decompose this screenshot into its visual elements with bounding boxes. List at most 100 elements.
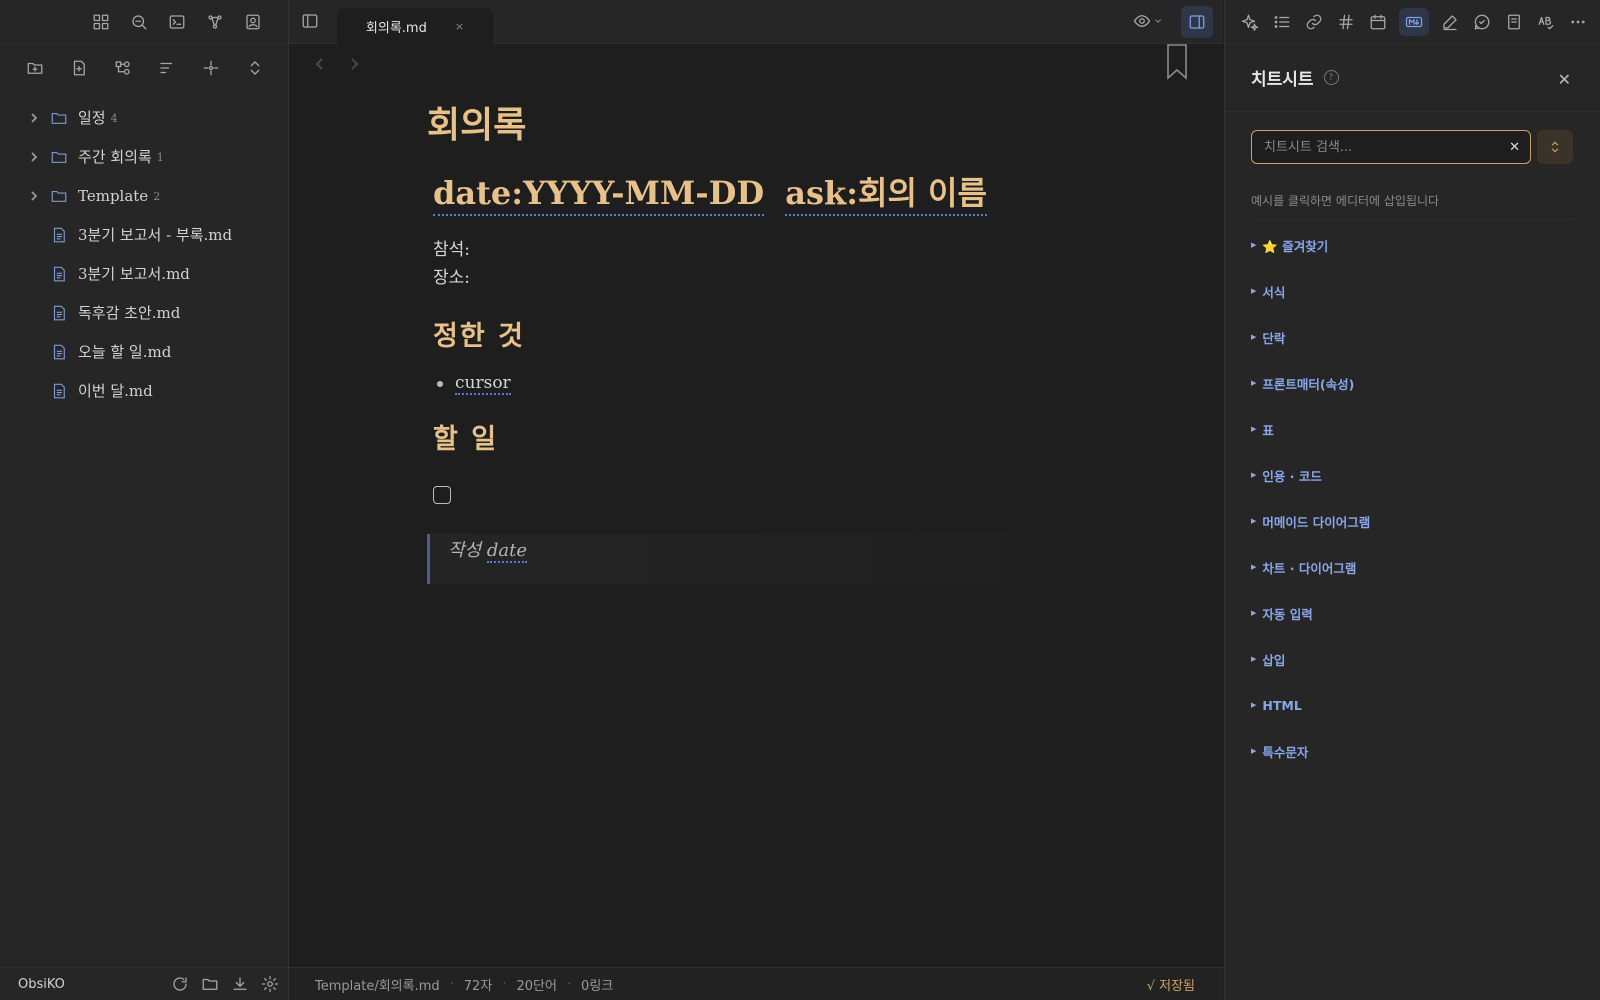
- status-link-count: 0링크: [581, 978, 614, 994]
- graph-icon[interactable]: [202, 9, 228, 35]
- caret-right-icon: ▶: [1251, 287, 1257, 295]
- category-label: 특수문자: [1262, 744, 1309, 760]
- hashtag-icon[interactable]: [1335, 8, 1357, 36]
- pen-icon[interactable]: [1439, 8, 1461, 36]
- category-quote-code[interactable]: ▶ 인용 · 코드: [1225, 452, 1600, 498]
- file-item[interactable]: 오늘 할 일.md: [0, 332, 288, 371]
- category-paragraph[interactable]: ▶ 단락: [1225, 314, 1600, 360]
- file-icon: [50, 304, 68, 322]
- chevron-right-icon[interactable]: [26, 151, 42, 163]
- status-separator: ·: [502, 976, 507, 992]
- expand-collapse-icon[interactable]: [244, 57, 266, 79]
- hierarchy-icon[interactable]: [112, 57, 134, 79]
- category-label: 서식: [1262, 284, 1286, 300]
- sort-icon[interactable]: [156, 57, 178, 79]
- note-title[interactable]: 회의록: [427, 96, 1093, 148]
- quote-text: 작성 date: [448, 540, 527, 563]
- chat-icon[interactable]: [1471, 8, 1493, 36]
- locate-icon[interactable]: [200, 57, 222, 79]
- folder-icon: [50, 148, 68, 166]
- caret-right-icon: ▶: [1251, 563, 1257, 571]
- notebook-icon[interactable]: [1503, 8, 1525, 36]
- forward-arrow-icon[interactable]: [347, 57, 361, 71]
- category-html[interactable]: ▶ HTML: [1225, 682, 1600, 728]
- settings-gear-icon[interactable]: [258, 972, 282, 996]
- category-label: 머메이드 다이어그램: [1262, 514, 1371, 530]
- category-frontmatter[interactable]: ▶ 프론트매터(속성): [1225, 360, 1600, 406]
- tab-active-note[interactable]: 회의록.md ×: [337, 8, 493, 44]
- sync-icon[interactable]: [168, 972, 192, 996]
- right-sidebar-toggle-icon[interactable]: [1181, 6, 1213, 38]
- category-auto-input[interactable]: ▶ 자동 입력: [1225, 590, 1600, 636]
- bookmark-icon[interactable]: [1165, 44, 1189, 80]
- file-item[interactable]: 3분기 보고서 - 부록.md: [0, 215, 288, 254]
- status-file-path[interactable]: Template/회의록.md: [315, 975, 440, 994]
- task-checkbox[interactable]: [433, 486, 451, 504]
- chevron-right-icon[interactable]: [26, 190, 42, 202]
- more-options-icon[interactable]: [1567, 8, 1589, 36]
- file-explorer-icon[interactable]: [88, 9, 114, 35]
- calendar-icon[interactable]: [1367, 8, 1389, 36]
- folder-count: 4: [110, 112, 118, 125]
- new-folder-icon[interactable]: [24, 57, 46, 79]
- sparkle-icon[interactable]: [1239, 8, 1261, 36]
- tab-close-icon[interactable]: ×: [455, 20, 464, 33]
- new-note-icon[interactable]: [68, 57, 90, 79]
- category-special-chars[interactable]: ▶ 특수문자: [1225, 728, 1600, 774]
- quote-date-token[interactable]: date: [486, 540, 527, 563]
- file-tree: 일정 4 주간 회의록 1 Template 2 3분기 보고서 - 부록.md…: [0, 92, 288, 410]
- download-icon[interactable]: [228, 972, 252, 996]
- folder-name: Template: [78, 186, 149, 205]
- cheatsheet-hint: 예시를 클릭하면 에디터에 삽입됩니다: [1251, 192, 1575, 220]
- status-bar: Template/회의록.md · 72자 · 20단어 · 0링크 √ 저장됨: [289, 967, 1223, 1000]
- file-item[interactable]: 독후감 초안.md: [0, 293, 288, 332]
- search-icon[interactable]: [126, 9, 152, 35]
- category-table[interactable]: ▶ 표: [1225, 406, 1600, 452]
- cursor-token[interactable]: cursor: [455, 373, 511, 395]
- folder-item[interactable]: 일정 4: [0, 98, 288, 137]
- bullet-dot: [437, 381, 443, 387]
- category-formatting[interactable]: ▶ 서식: [1225, 268, 1600, 314]
- folder-item[interactable]: Template 2: [0, 176, 288, 215]
- category-favorites[interactable]: ▶ ⭐ 즐겨찾기: [1225, 222, 1600, 268]
- back-arrow-icon[interactable]: [313, 57, 327, 71]
- terminal-icon[interactable]: [164, 9, 190, 35]
- cheatsheet-title: 치트시트: [1251, 70, 1314, 90]
- close-icon[interactable]: ✕: [1558, 70, 1571, 89]
- expand-all-button[interactable]: [1537, 130, 1573, 164]
- reading-view-eye-icon[interactable]: [1133, 12, 1163, 30]
- outline-list-icon[interactable]: [1271, 8, 1293, 36]
- expand-chevrons-icon: [1548, 140, 1562, 154]
- caret-right-icon: ▶: [1251, 425, 1257, 433]
- file-name: 3분기 보고서.md: [78, 265, 190, 283]
- left-sidebar-toggle-icon[interactable]: [301, 12, 319, 30]
- template-ask-token[interactable]: ask:회의 이름: [785, 174, 987, 216]
- help-icon[interactable]: ?: [1323, 70, 1339, 85]
- spellcheck-icon[interactable]: [1535, 8, 1557, 36]
- category-insert[interactable]: ▶ 삽입: [1225, 636, 1600, 682]
- right-sidebar: 치트시트 ? ✕ ✕ 예시를 클릭하면 에디터에 삽입됩니다 ▶ ⭐ 즐겨찾기 ▶…: [1224, 0, 1600, 1000]
- status-saved: √ 저장됨: [1146, 978, 1195, 994]
- category-chart-diagram[interactable]: ▶ 차트 · 다이어그램: [1225, 544, 1600, 590]
- contact-icon[interactable]: [240, 9, 266, 35]
- bullet-item: cursor: [433, 373, 1093, 395]
- link-icon[interactable]: [1303, 8, 1325, 36]
- quote-prefix: 작성: [448, 540, 482, 561]
- category-mermaid[interactable]: ▶ 머메이드 다이어그램: [1225, 498, 1600, 544]
- template-date-token[interactable]: date:YYYY-MM-DD: [433, 174, 765, 216]
- clear-search-icon[interactable]: ✕: [1509, 140, 1520, 155]
- vault-name[interactable]: ObsiKO: [18, 977, 168, 992]
- cheatsheet-search-input[interactable]: [1262, 138, 1510, 156]
- file-item[interactable]: 3분기 보고서.md: [0, 254, 288, 293]
- category-label: 인용 · 코드: [1262, 468, 1322, 484]
- caret-right-icon: ▶: [1251, 701, 1257, 709]
- cheatsheet-search-row: ✕: [1251, 130, 1600, 164]
- file-item[interactable]: 이번 달.md: [0, 371, 288, 410]
- editor-pane: 회의록.md × 회의록 date:YYYY-MM-DD ask:회의 이름 참…: [289, 0, 1223, 1000]
- note-content[interactable]: 회의록 date:YYYY-MM-DD ask:회의 이름 참석: 장소: 정한…: [427, 88, 1093, 584]
- caret-right-icon: ▶: [1251, 517, 1257, 525]
- markdown-cheatsheet-icon[interactable]: [1399, 7, 1429, 36]
- chevron-right-icon[interactable]: [26, 112, 42, 124]
- folder-item[interactable]: 주간 회의록 1: [0, 137, 288, 176]
- folder-open-icon[interactable]: [198, 972, 222, 996]
